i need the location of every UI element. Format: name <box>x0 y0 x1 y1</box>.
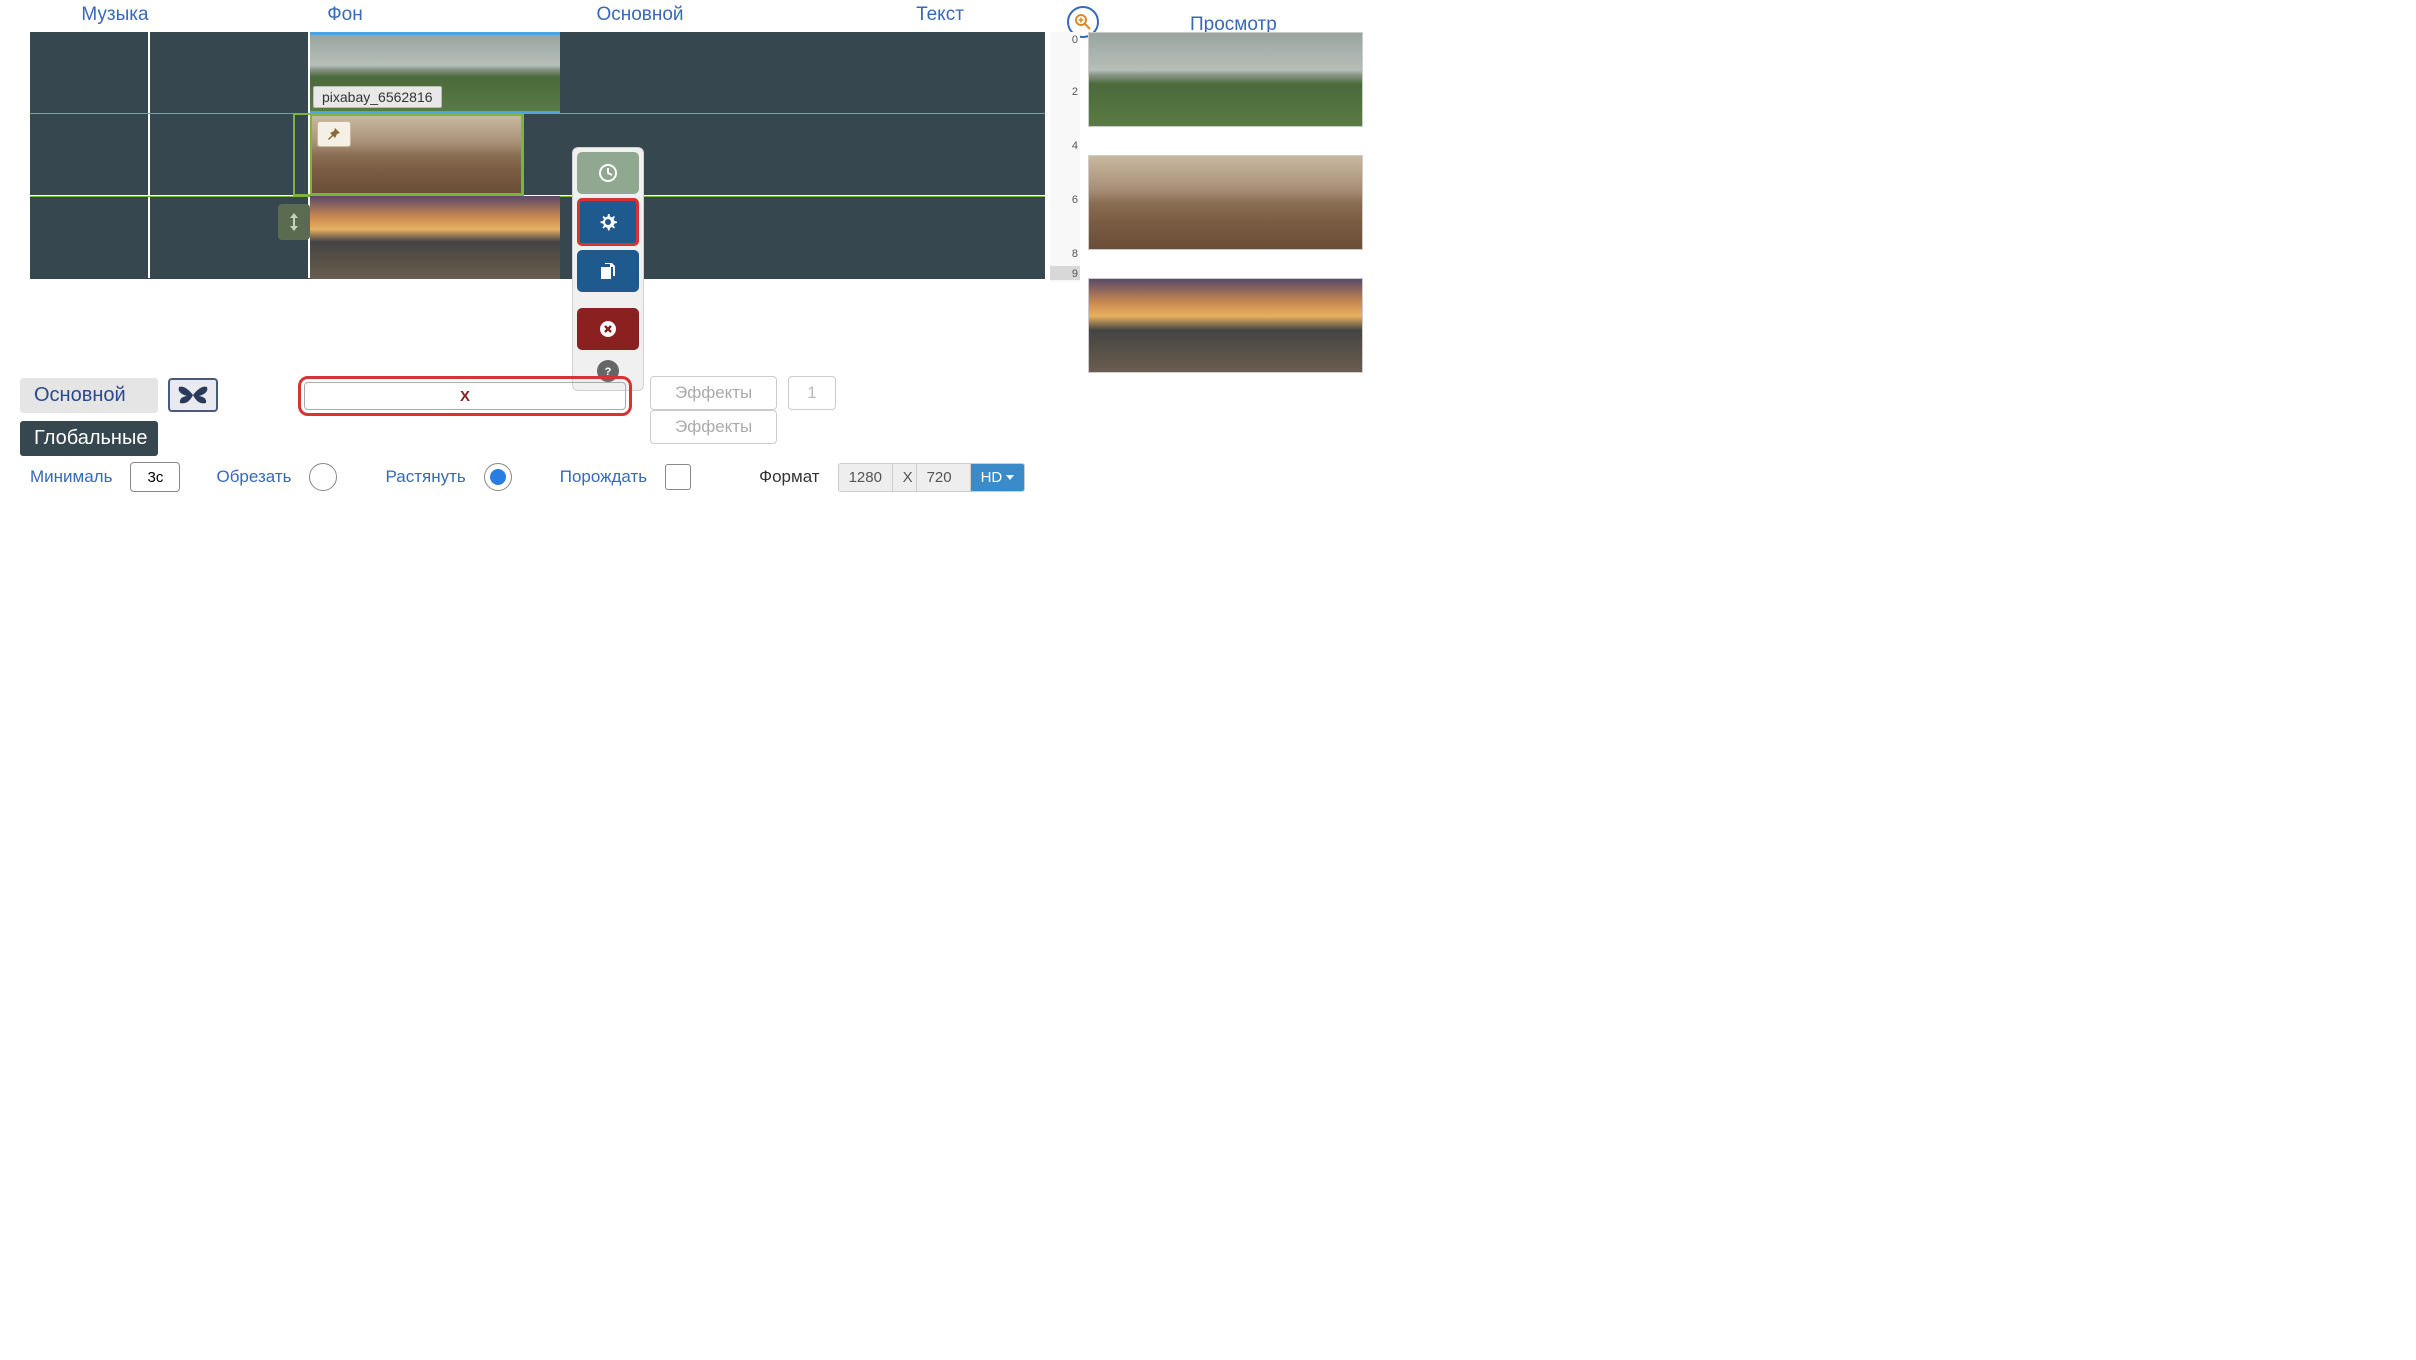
generate-checkbox[interactable] <box>665 464 691 490</box>
format-width[interactable]: 1280 <box>839 464 893 491</box>
stretch-radio[interactable] <box>484 463 512 491</box>
butterfly-preset[interactable] <box>168 378 218 412</box>
format-group: 1280 X 720 HD <box>838 463 1026 492</box>
timing-button[interactable] <box>577 152 639 194</box>
preview-thumbnail[interactable] <box>1088 155 1363 250</box>
copy-button[interactable] <box>577 250 639 292</box>
ruler-tick: 9 <box>1072 268 1078 280</box>
column-separator <box>148 32 150 278</box>
ruler-tick: 0 <box>1072 34 1078 46</box>
stretch-label: Растянуть <box>385 467 465 487</box>
resize-vertical-icon <box>288 213 300 231</box>
options-row: Минималь Обрезать Растянуть Порождать Фо… <box>30 462 1480 492</box>
delete-icon <box>599 320 617 338</box>
tab-main[interactable]: Основной <box>490 0 790 32</box>
bottom-panel: Основной Глобальные X Эффекты 1 Эффекты <box>0 378 1450 456</box>
tab-background[interactable]: Фон <box>200 0 490 32</box>
panel-tab-global[interactable]: Глобальные <box>20 421 158 456</box>
ruler-tick: 4 <box>1072 140 1078 152</box>
x-button-highlight: X <box>298 376 632 416</box>
clip-toolbar: ? <box>572 147 644 391</box>
ruler-tick: 8 <box>1072 248 1078 260</box>
preview-column <box>1088 32 1363 401</box>
butterfly-icon <box>175 383 211 407</box>
timeline[interactable]: pixabay_6562816 ? <box>30 32 1045 278</box>
format-label: Формат <box>759 467 819 487</box>
tab-music[interactable]: Музыка <box>30 0 200 32</box>
delete-button[interactable] <box>577 308 639 350</box>
copy-icon <box>598 261 618 281</box>
clip-thumbnail <box>310 196 560 279</box>
gear-icon <box>597 211 619 233</box>
crop-label: Обрезать <box>216 467 291 487</box>
generate-label: Порождать <box>560 467 647 487</box>
preview-thumbnail[interactable] <box>1088 32 1363 127</box>
min-duration-input[interactable] <box>130 462 180 492</box>
pin-icon <box>327 127 341 141</box>
settings-button[interactable] <box>577 198 639 246</box>
timeline-clip[interactable]: pixabay_6562816 <box>310 32 560 113</box>
crop-radio[interactable] <box>309 463 337 491</box>
clip-filename-label: pixabay_6562816 <box>313 86 442 108</box>
timeline-clip-selected[interactable] <box>310 114 523 195</box>
guide-line <box>30 113 1045 114</box>
x-button[interactable]: X <box>304 382 626 410</box>
effects-button-2[interactable]: Эффекты <box>650 410 777 444</box>
ruler-tick: 2 <box>1072 86 1078 98</box>
format-height[interactable]: 720 <box>917 464 971 491</box>
track-row-2[interactable] <box>30 114 1045 195</box>
panel-tab-main[interactable]: Основной <box>20 378 158 413</box>
effects-count: 1 <box>788 376 836 410</box>
preview-thumbnail[interactable] <box>1088 278 1363 373</box>
chevron-down-icon <box>1006 475 1014 480</box>
tab-text[interactable]: Текст <box>790 0 1090 32</box>
format-sep: X <box>893 464 917 491</box>
min-label: Минималь <box>30 467 112 487</box>
timeline-ruler: 0 2 4 6 8 9 <box>1050 32 1080 282</box>
ruler-tick: 6 <box>1072 194 1078 206</box>
effects-button[interactable]: Эффекты <box>650 376 777 410</box>
pin-button[interactable] <box>317 121 351 147</box>
clock-icon <box>598 163 618 183</box>
timeline-clip[interactable] <box>310 196 560 279</box>
format-hd-dropdown[interactable]: HD <box>971 464 1025 491</box>
zoom-in-icon <box>1075 14 1091 30</box>
resize-handle[interactable] <box>278 204 310 240</box>
